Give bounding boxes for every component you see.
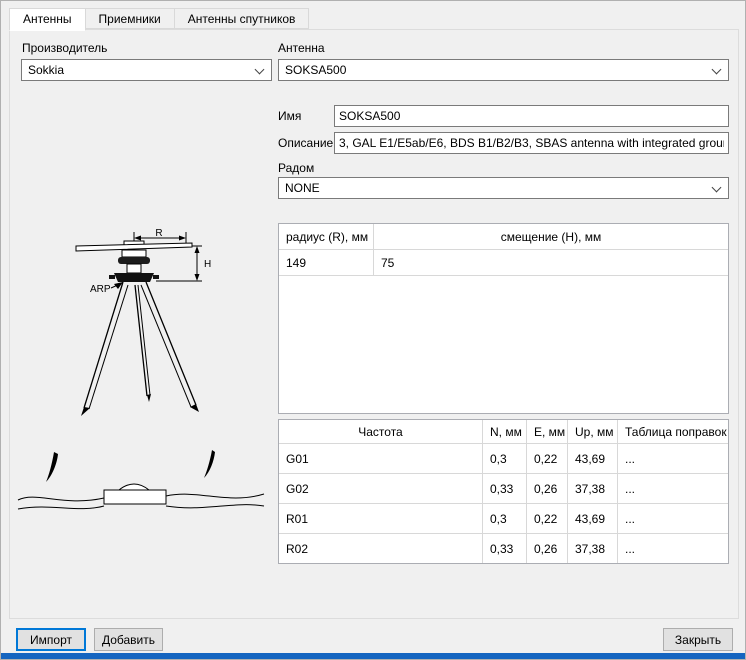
header-row: ЧастотаN, ммE, ммUp, ммТаблица поправок xyxy=(279,420,728,444)
table-cell[interactable]: G02 xyxy=(279,474,483,504)
table-cell[interactable]: 0,3 xyxy=(483,504,527,534)
manufacturer-select[interactable]: Sokkia xyxy=(21,59,272,81)
tab-antennas[interactable]: Антенны xyxy=(9,8,86,31)
table-cell[interactable]: ... xyxy=(618,504,729,534)
column-header: Up, мм xyxy=(568,420,618,444)
bottom-accent-bar xyxy=(1,653,746,660)
tab-satellite-antennas[interactable]: Антенны спутников xyxy=(174,8,310,29)
table-cell[interactable]: 75 xyxy=(374,250,729,276)
antenna-select[interactable]: SOKSA500 xyxy=(278,59,729,81)
tab-receivers[interactable]: Приемники xyxy=(85,8,175,29)
table-cell[interactable]: 0,33 xyxy=(483,474,527,504)
antenna-manager-dialog: Антенны Приемники Антенны спутников Прои… xyxy=(0,0,746,660)
table-cell[interactable]: 43,69 xyxy=(568,504,618,534)
offsets-table-container: ЧастотаN, ммE, ммUp, ммТаблица поправокG… xyxy=(278,419,729,564)
table-cell[interactable]: 0,22 xyxy=(527,444,568,474)
table-cell[interactable]: G01 xyxy=(279,444,483,474)
chevron-down-icon xyxy=(712,65,722,75)
table-cell[interactable]: R02 xyxy=(279,534,483,564)
diagram-label-h: H xyxy=(204,259,211,270)
table-cell[interactable]: 0,3 xyxy=(483,444,527,474)
column-header: N, мм xyxy=(483,420,527,444)
antenna-diagram: R H ARP xyxy=(16,228,266,528)
radome-selected-value: NONE xyxy=(285,181,320,195)
table-row[interactable]: 14975 xyxy=(279,250,728,276)
column-header: Частота xyxy=(279,420,483,444)
table-cell[interactable]: ... xyxy=(618,474,729,504)
antenna-label: Антенна xyxy=(278,41,325,55)
table-row[interactable]: R020,330,2637,38... xyxy=(279,534,728,564)
radome-select[interactable]: NONE xyxy=(278,177,729,199)
column-header: радиус (R), мм xyxy=(279,224,374,250)
table-cell[interactable]: ... xyxy=(618,444,729,474)
column-header: Таблица поправок xyxy=(618,420,729,444)
import-button[interactable]: Импорт xyxy=(16,628,86,651)
add-button[interactable]: Добавить xyxy=(94,628,163,651)
name-input[interactable] xyxy=(334,105,729,127)
table-cell[interactable]: 0,33 xyxy=(483,534,527,564)
diagram-label-arp: ARP xyxy=(90,284,111,295)
table-cell[interactable]: 0,22 xyxy=(527,504,568,534)
table-cell[interactable]: 149 xyxy=(279,250,374,276)
table-row[interactable]: R010,30,2243,69... xyxy=(279,504,728,534)
chevron-down-icon xyxy=(712,183,722,193)
name-label: Имя xyxy=(278,109,301,123)
table-cell[interactable]: 37,38 xyxy=(568,474,618,504)
dimensions-table[interactable]: радиус (R), ммсмещение (H), мм14975 xyxy=(279,224,728,276)
table-cell[interactable]: 0,26 xyxy=(527,534,568,564)
column-header: смещение (H), мм xyxy=(374,224,729,250)
manufacturer-selected-value: Sokkia xyxy=(28,63,64,77)
description-input[interactable] xyxy=(334,132,729,154)
manufacturer-label: Производитель xyxy=(22,41,107,55)
header-row: радиус (R), ммсмещение (H), мм xyxy=(279,224,728,250)
table-row[interactable]: G010,30,2243,69... xyxy=(279,444,728,474)
table-cell[interactable]: R01 xyxy=(279,504,483,534)
chevron-down-icon xyxy=(255,65,265,75)
dimensions-table-container: радиус (R), ммсмещение (H), мм14975 xyxy=(278,223,729,414)
column-header: E, мм xyxy=(527,420,568,444)
diagram-label-r: R xyxy=(155,228,162,239)
table-cell[interactable]: ... xyxy=(618,534,729,564)
antenna-selected-value: SOKSA500 xyxy=(285,63,346,77)
description-label: Описание xyxy=(278,136,333,150)
table-cell[interactable]: 37,38 xyxy=(568,534,618,564)
offsets-table[interactable]: ЧастотаN, ммE, ммUp, ммТаблица поправокG… xyxy=(279,420,728,563)
radome-label: Радом xyxy=(278,161,314,175)
table-cell[interactable]: 43,69 xyxy=(568,444,618,474)
tab-bar: Антенны Приемники Антенны спутников xyxy=(9,8,308,31)
table-cell[interactable]: 0,26 xyxy=(527,474,568,504)
table-row[interactable]: G020,330,2637,38... xyxy=(279,474,728,504)
close-button[interactable]: Закрыть xyxy=(663,628,733,651)
